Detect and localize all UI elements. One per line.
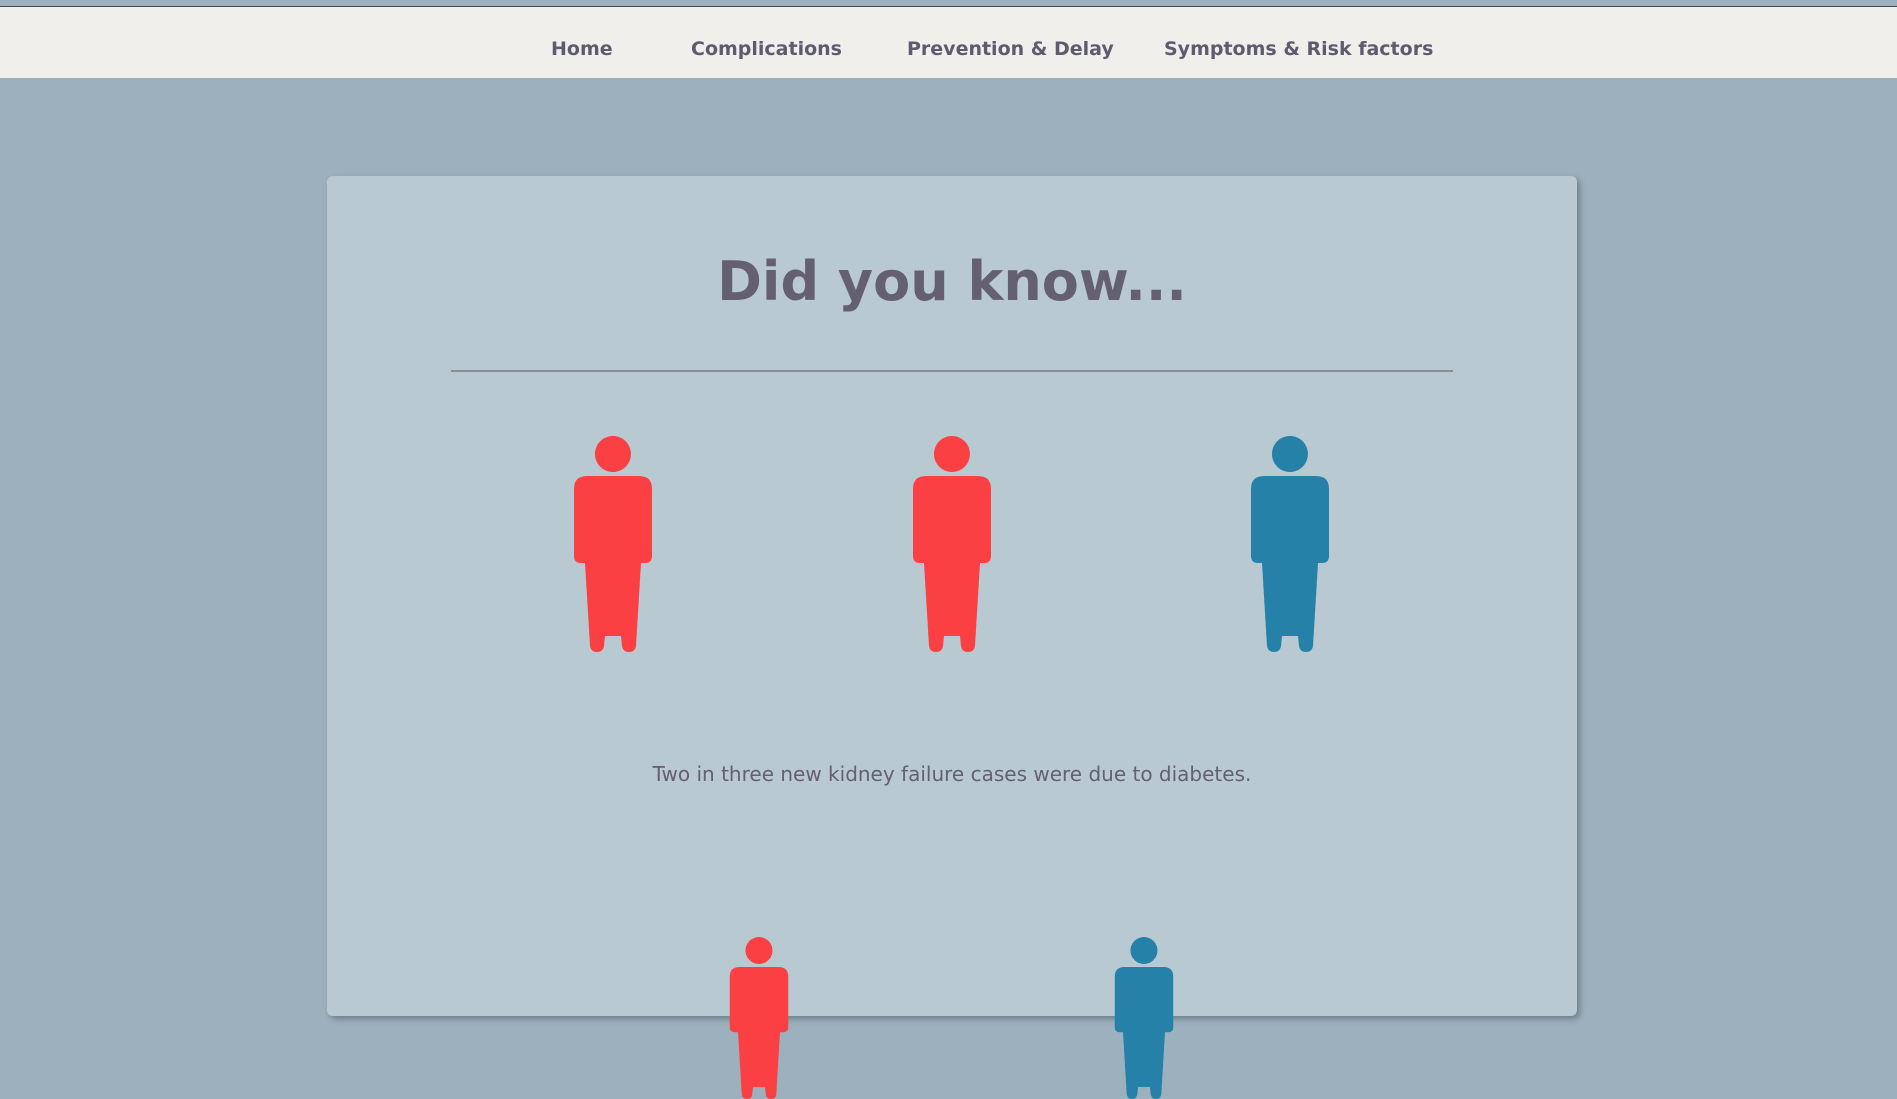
nav-item-prevention-delay[interactable]: Prevention & Delay [907,38,1114,60]
did-you-know-card: Did you know... Two in three new kidney … [327,176,1577,1099]
person-icon [1250,436,1330,652]
card-title: Did you know... [717,250,1187,313]
person-icon [573,436,653,652]
nav-item-home[interactable]: Home [551,38,613,60]
person-icon [1114,937,1174,1099]
person-icon [729,937,789,1099]
top-navigation-bar: Home Complications Prevention & Delay Sy… [0,7,1897,78]
nav-item-symptoms-risk-factors[interactable]: Symptoms & Risk factors [1164,38,1433,60]
person-icon [912,436,992,652]
title-divider [451,370,1453,372]
fact-text: Two in three new kidney failure cases we… [652,762,1252,786]
nav-item-complications[interactable]: Complications [691,38,842,60]
